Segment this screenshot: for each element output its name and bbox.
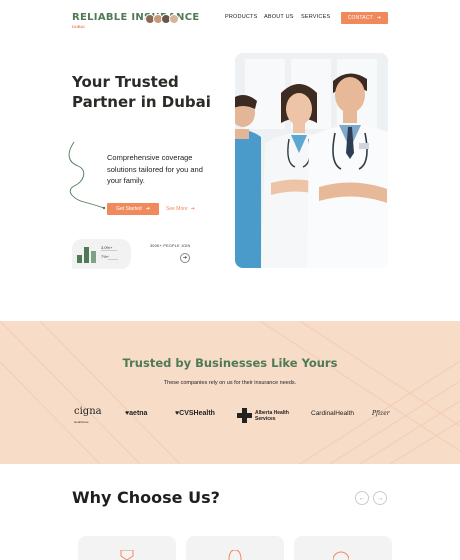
arrow-right-icon: ➔ <box>190 206 195 212</box>
arrow-right-icon: ➔ <box>182 255 188 261</box>
stethoscope-icon <box>228 550 242 560</box>
stats-card: 3.0%+ 7%+ <box>72 239 131 269</box>
people-arrow-button[interactable]: ➔ <box>180 253 190 263</box>
shield-icon <box>120 550 134 560</box>
cvs-logo-text: CVSHealth <box>179 410 215 417</box>
get-started-button[interactable]: Get Started ➔ <box>107 203 159 215</box>
avatar <box>169 14 179 24</box>
hero-doctors-image <box>235 53 388 268</box>
aetna-logo-text: aetna <box>129 410 148 417</box>
pfizer-logo: Pfizer <box>372 410 390 417</box>
trusted-section <box>0 321 460 464</box>
arrow-right-icon: → <box>376 494 384 502</box>
squiggle-decoration <box>68 141 106 210</box>
nav-about-us[interactable]: ABOUT US <box>264 14 294 20</box>
logo-subtext: DUBAI <box>72 24 85 29</box>
alberta-logo-line2: Services <box>255 416 276 422</box>
arrow-right-icon: ➔ <box>376 15 382 21</box>
doctors-illustration <box>235 53 388 268</box>
stat-bar <box>84 247 89 263</box>
alberta-health-logo: Alberta Health Services <box>255 410 289 422</box>
contact-button[interactable]: CONTACT ➔ <box>341 12 388 24</box>
see-more-label: See More <box>166 206 188 212</box>
nav-services[interactable]: SERVICES <box>301 14 330 20</box>
clock-icon <box>333 551 349 560</box>
divider <box>108 259 118 260</box>
stat-bar <box>91 251 96 263</box>
arrow-left-icon: ← <box>358 494 366 502</box>
logo-text: RELIABLE INSURANCE <box>72 12 200 23</box>
cigna-logo-tagline: Healthcare <box>74 420 89 424</box>
alberta-cross-icon <box>237 408 252 423</box>
hero-title: Your Trusted Partner in Dubai <box>72 73 211 111</box>
cvs-health-logo: ♥CVSHealth <box>175 410 215 417</box>
people-join-label: 300K+ PEOPLE JOIN <box>150 244 191 248</box>
stat-bar <box>77 255 82 263</box>
get-started-label: Get Started <box>116 206 142 212</box>
hero-description: Comprehensive coverage solutions tailore… <box>107 153 203 185</box>
logo[interactable]: RELIABLE INSURANCE DUBAI <box>72 12 199 29</box>
cardinal-health-logo: CardinalHealth <box>311 410 354 417</box>
site-header: RELIABLE INSURANCE DUBAI PRODUCTS ABOUT … <box>0 0 460 40</box>
arrow-right-icon: ➔ <box>145 206 150 212</box>
aetna-logo: ♥aetna <box>125 410 148 417</box>
trusted-subtitle: These companies rely on us for their ins… <box>163 380 297 386</box>
nav-products[interactable]: PRODUCTS <box>225 14 257 20</box>
why-choose-title: Why Choose Us? <box>72 488 220 507</box>
contact-label: CONTACT <box>347 15 373 21</box>
trusted-title: Trusted by Businesses Like Yours <box>122 356 338 370</box>
next-arrow-button[interactable]: → <box>373 491 387 505</box>
divider <box>101 250 117 251</box>
cigna-logo: cigna <box>74 406 102 417</box>
prev-arrow-button[interactable]: ← <box>355 491 369 505</box>
see-more-link[interactable]: See More ➔ <box>166 206 195 212</box>
diagonal-lines-pattern <box>0 321 460 464</box>
